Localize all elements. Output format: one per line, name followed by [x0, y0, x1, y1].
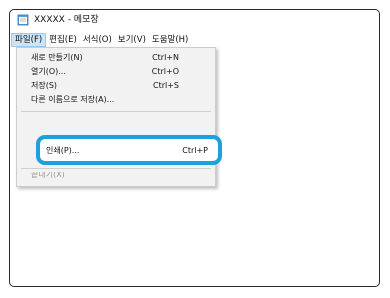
menu-format[interactable]: 서식(O): [80, 33, 115, 47]
menu-item-print[interactable]: 인쇄(P)... Ctrl+P: [36, 135, 222, 165]
menu-separator: [21, 168, 211, 169]
menu-bar: 파일(F) 편집(E) 서식(O) 보기(V) 도움말(H): [10, 33, 379, 47]
menu-edit[interactable]: 편집(E): [46, 33, 80, 47]
menu-item-save-as[interactable]: 다른 이름으로 저장(A)...: [17, 93, 215, 106]
menu-item-label: 끝내기(X): [31, 172, 65, 179]
menu-item-label: 다른 이름으로 저장(A)...: [31, 95, 115, 104]
menu-item-exit[interactable]: 끝내기(X): [17, 172, 215, 182]
menu-item-label: 인쇄(P)...: [46, 146, 80, 155]
title-bar: XXXXX - 메모장: [10, 10, 379, 32]
menu-file[interactable]: 파일(F): [11, 33, 47, 47]
menu-item-shortcut: Ctrl+N: [152, 53, 179, 62]
menu-help[interactable]: 도움말(H): [149, 33, 191, 47]
menu-item-shortcut: Ctrl+P: [182, 146, 208, 155]
menu-view[interactable]: 보기(V): [115, 33, 149, 47]
menu-item-save[interactable]: 저장(S) Ctrl+S: [17, 79, 215, 92]
notepad-window: XXXXX - 메모장 파일(F) 편집(E) 서식(O) 보기(V) 도움말(…: [9, 9, 380, 287]
menu-item-label: 저장(S): [31, 81, 58, 90]
menu-item-label: 새로 만들기(N): [31, 53, 83, 62]
menu-item-shortcut: Ctrl+S: [152, 81, 179, 90]
file-menu-dropdown: 새로 만들기(N) Ctrl+N 열기(O)... Ctrl+O 저장(S) C…: [16, 47, 216, 187]
window-title: XXXXX - 메모장: [34, 15, 99, 25]
menu-item-shortcut: Ctrl+O: [151, 67, 179, 76]
notepad-icon: [17, 14, 29, 26]
menu-item-label: 열기(O)...: [31, 67, 66, 76]
menu-item-open[interactable]: 열기(O)... Ctrl+O: [17, 65, 215, 78]
menu-separator: [21, 111, 211, 112]
menu-item-new[interactable]: 새로 만들기(N) Ctrl+N: [17, 51, 215, 64]
